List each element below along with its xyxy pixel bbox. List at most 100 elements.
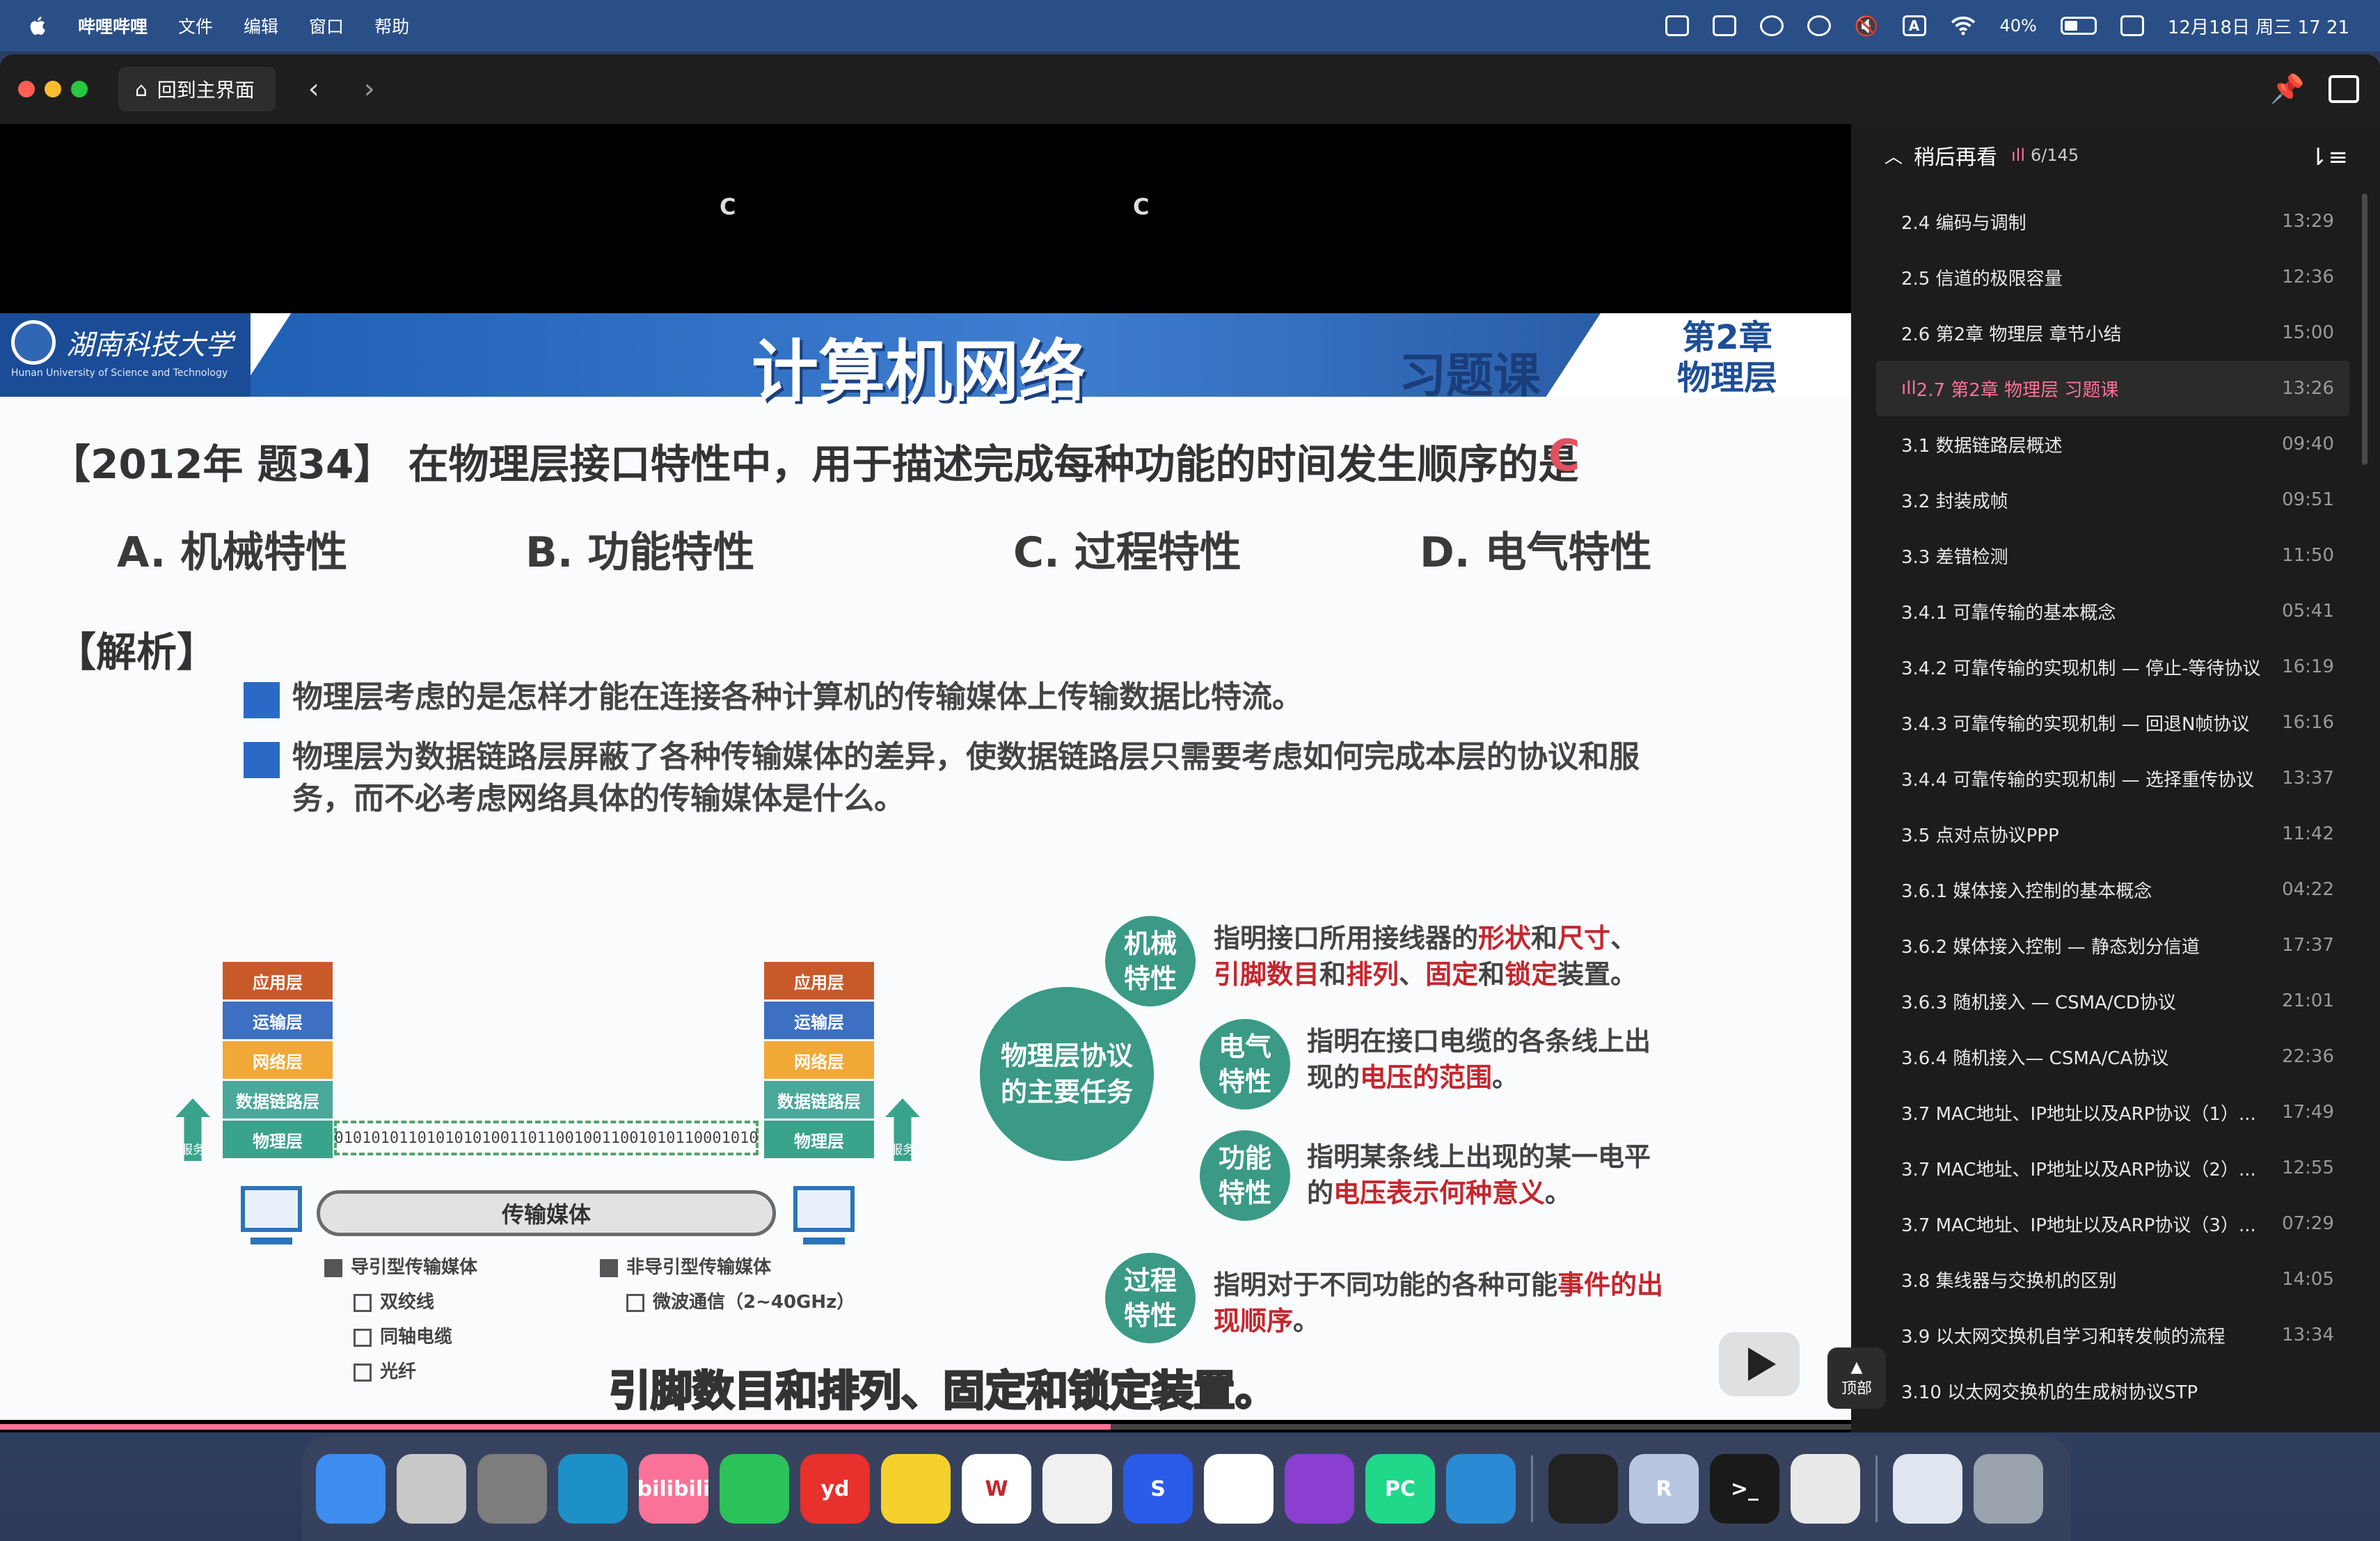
layer-physical: 物理层 <box>764 1121 874 1158</box>
layer-data-link: 数据链路层 <box>764 1081 874 1119</box>
control-center-icon[interactable] <box>2120 15 2144 36</box>
bullet-square-icon <box>244 742 280 778</box>
zoom-window-button[interactable] <box>71 81 88 97</box>
chrome-icon[interactable] <box>1791 1454 1860 1524</box>
playlist-item[interactable]: 3.5 点对点协议PPP 11:42 <box>1876 806 2349 862</box>
playlist-item[interactable]: 3.10 以太网交换机的生成树协议STP <box>1876 1363 2349 1418</box>
home-button-label: 回到主界面 <box>157 79 255 102</box>
task-procedural-text: 指明对于不同功能的各种可能事件的出现顺序。 <box>1214 1270 1664 1336</box>
sidebar-header[interactable]: ︿ 稍后再看 ıll 6/145 <box>1851 124 2380 187</box>
playlist-item[interactable]: 3.3 差错检测 11:50 <box>1876 528 2349 583</box>
trash-icon[interactable] <box>1974 1454 2043 1524</box>
system-settings-icon[interactable] <box>477 1454 547 1524</box>
cat-icon[interactable] <box>1042 1454 1112 1524</box>
layer-application: 应用层 <box>764 962 874 999</box>
chatgpt-icon[interactable] <box>1204 1454 1274 1524</box>
menu-bar: 哔哩哔哩 文件 编辑 窗口 帮助 🔇 A 40% 12月18日 周三 17 21 <box>0 0 2380 52</box>
preview-icon[interactable] <box>1893 1454 1962 1524</box>
playlist-item-duration: 17:37 <box>2282 935 2334 956</box>
wps-status-icon[interactable] <box>1665 15 1689 36</box>
wps-icon[interactable]: W <box>962 1454 1031 1524</box>
playlist-item-duration: 05:41 <box>2282 601 2334 622</box>
menu-file[interactable]: 文件 <box>178 13 213 38</box>
playlist-item-title: 3.5 点对点协议PPP <box>1901 825 2059 846</box>
playlist-item-duration: 13:37 <box>2282 768 2334 789</box>
task-procedural-circle: 过程特性 <box>1105 1253 1196 1343</box>
vscode-icon[interactable] <box>1446 1454 1516 1524</box>
picture-in-picture-icon[interactable] <box>2329 75 2359 103</box>
youdao-icon[interactable]: yd <box>800 1454 870 1524</box>
home-button[interactable]: ⌂ 回到主界面 <box>118 67 276 111</box>
menu-edit[interactable]: 编辑 <box>244 13 278 38</box>
sort-icon[interactable]: ⇂≡ <box>2308 143 2348 171</box>
battery-percent: 40% <box>1999 16 2037 35</box>
playlist-item[interactable]: 3.4.3 可靠传输的实现机制 — 回退N帧协议 16:16 <box>1876 695 2349 750</box>
edge-icon[interactable] <box>558 1454 628 1524</box>
option-d: D. 电气特性 <box>1420 528 1652 577</box>
playlist-item[interactable]: 2.4 编码与调制 13:29 <box>1876 193 2349 249</box>
vpn-status-icon[interactable] <box>1807 15 1831 36</box>
finder-icon[interactable] <box>316 1454 386 1524</box>
wechat-status-icon[interactable] <box>1759 15 1784 36</box>
scrollbar[interactable] <box>2362 193 2367 465</box>
unguided-media-item: 微波通信（2~40GHz） <box>626 1288 855 1313</box>
progress-bar[interactable] <box>0 1424 1851 1430</box>
playlist-item[interactable]: 3.1 数据链路层概述 09:40 <box>1876 416 2349 472</box>
back-arrow-icon[interactable]: ‹ <box>289 67 338 111</box>
back-to-top-button[interactable]: ▲ 顶部 <box>1827 1348 1886 1409</box>
launchpad-icon[interactable] <box>397 1454 466 1524</box>
close-window-button[interactable] <box>18 81 35 97</box>
qqmusic-icon[interactable] <box>881 1454 951 1524</box>
playlist-item[interactable]: 3.7 MAC地址、IP地址以及ARP协议（3）... 07:29 <box>1876 1196 2349 1251</box>
playlist-item[interactable]: 3.9 以太网交换机自学习和转发帧的流程 13:34 <box>1876 1307 2349 1363</box>
clock[interactable]: 12月18日 周三 17 21 <box>2168 13 2349 39</box>
playlist-item-title: 3.6.1 媒体接入控制的基本概念 <box>1901 880 2152 902</box>
playlist-item[interactable]: 3.2 封装成帧 09:51 <box>1876 472 2349 528</box>
menu-window[interactable]: 窗口 <box>309 13 344 38</box>
apple-icon[interactable] <box>26 14 50 38</box>
playlist-item[interactable]: 3.8 集线器与交换机的区别 14:05 <box>1876 1251 2349 1307</box>
menu-help[interactable]: 帮助 <box>374 13 409 38</box>
playlist-item-title: 3.6.3 随机接入 — CSMA/CD协议 <box>1901 992 2176 1013</box>
video-player[interactable]: C C 湖南科技大学 Hunan University of Science a… <box>0 124 1851 1432</box>
playlist-item[interactable]: 3.6.4 随机接入— CSMA/CA协议 22:36 <box>1876 1029 2349 1084</box>
playlist-item[interactable]: 3.6.3 随机接入 — CSMA/CD协议 21:01 <box>1876 973 2349 1029</box>
playlist-item[interactable]: 2.6 第2章 物理层 章节小结 15:00 <box>1876 305 2349 361</box>
battery-icon[interactable] <box>2060 17 2097 35</box>
input-method-icon[interactable]: A <box>1902 15 1926 36</box>
pin-icon[interactable]: 📌 <box>2270 72 2305 106</box>
collapse-chevron-icon[interactable]: ︿ <box>1885 143 1903 168</box>
playlist-item[interactable]: 3.6.2 媒体接入控制 — 静态划分信道 17:37 <box>1876 917 2349 973</box>
bilibili-status-icon[interactable] <box>1712 15 1736 36</box>
minimize-window-button[interactable] <box>45 81 61 97</box>
playlist-item[interactable]: 2.5 信道的极限容量 12:36 <box>1876 249 2349 305</box>
activity-monitor-icon[interactable] <box>1548 1454 1618 1524</box>
s-app-icon[interactable]: S <box>1123 1454 1193 1524</box>
forward-arrow-icon[interactable]: › <box>345 67 394 111</box>
bilibili-icon[interactable]: bilibili <box>637 1454 710 1524</box>
playlist-item[interactable]: 3.4.1 可靠传输的基本概念 05:41 <box>1876 583 2349 639</box>
menu-app-name[interactable]: 哔哩哔哩 <box>78 13 148 38</box>
playlist-item[interactable]: 3.4.4 可靠传输的实现机制 — 选择重传协议 13:37 <box>1876 750 2349 806</box>
playlist-item[interactable]: ıll 2.7 第2章 物理层 习题课 13:26 <box>1876 361 2349 416</box>
terminal-icon[interactable]: >_ <box>1710 1454 1779 1524</box>
unguided-media-title: 非导引型传输媒体 <box>600 1253 771 1279</box>
github-icon[interactable] <box>1285 1454 1354 1524</box>
bit-stream: 0101010110101010100110110010011001010110… <box>334 1121 759 1155</box>
wifi-icon[interactable] <box>1950 15 1976 36</box>
playlist-item[interactable]: 3.6.1 媒体接入控制的基本概念 04:22 <box>1876 862 2349 917</box>
university-seal-icon <box>11 320 56 365</box>
layer-data-link: 数据链路层 <box>223 1081 333 1119</box>
exercise-tag: 习题课 <box>1399 349 1541 404</box>
playlist-item[interactable]: 3.7 MAC地址、IP地址以及ARP协议（1）... 17:49 <box>1876 1084 2349 1140</box>
mute-icon[interactable]: 🔇 <box>1855 15 1879 38</box>
play-icon <box>1748 1348 1776 1381</box>
playlist-item-duration: 13:34 <box>2282 1325 2334 1345</box>
pycharm-icon[interactable]: PC <box>1365 1454 1435 1524</box>
playlist-item[interactable]: 3.4.2 可靠传输的实现机制 — 停止-等待协议 16:19 <box>1876 639 2349 695</box>
play-button[interactable] <box>1719 1332 1800 1396</box>
task-functional-circle: 功能特性 <box>1200 1130 1290 1221</box>
playlist-item[interactable]: 3.7 MAC地址、IP地址以及ARP协议（2）... 12:55 <box>1876 1140 2349 1196</box>
r-icon[interactable]: R <box>1629 1454 1699 1524</box>
wechat-icon[interactable] <box>720 1454 789 1524</box>
